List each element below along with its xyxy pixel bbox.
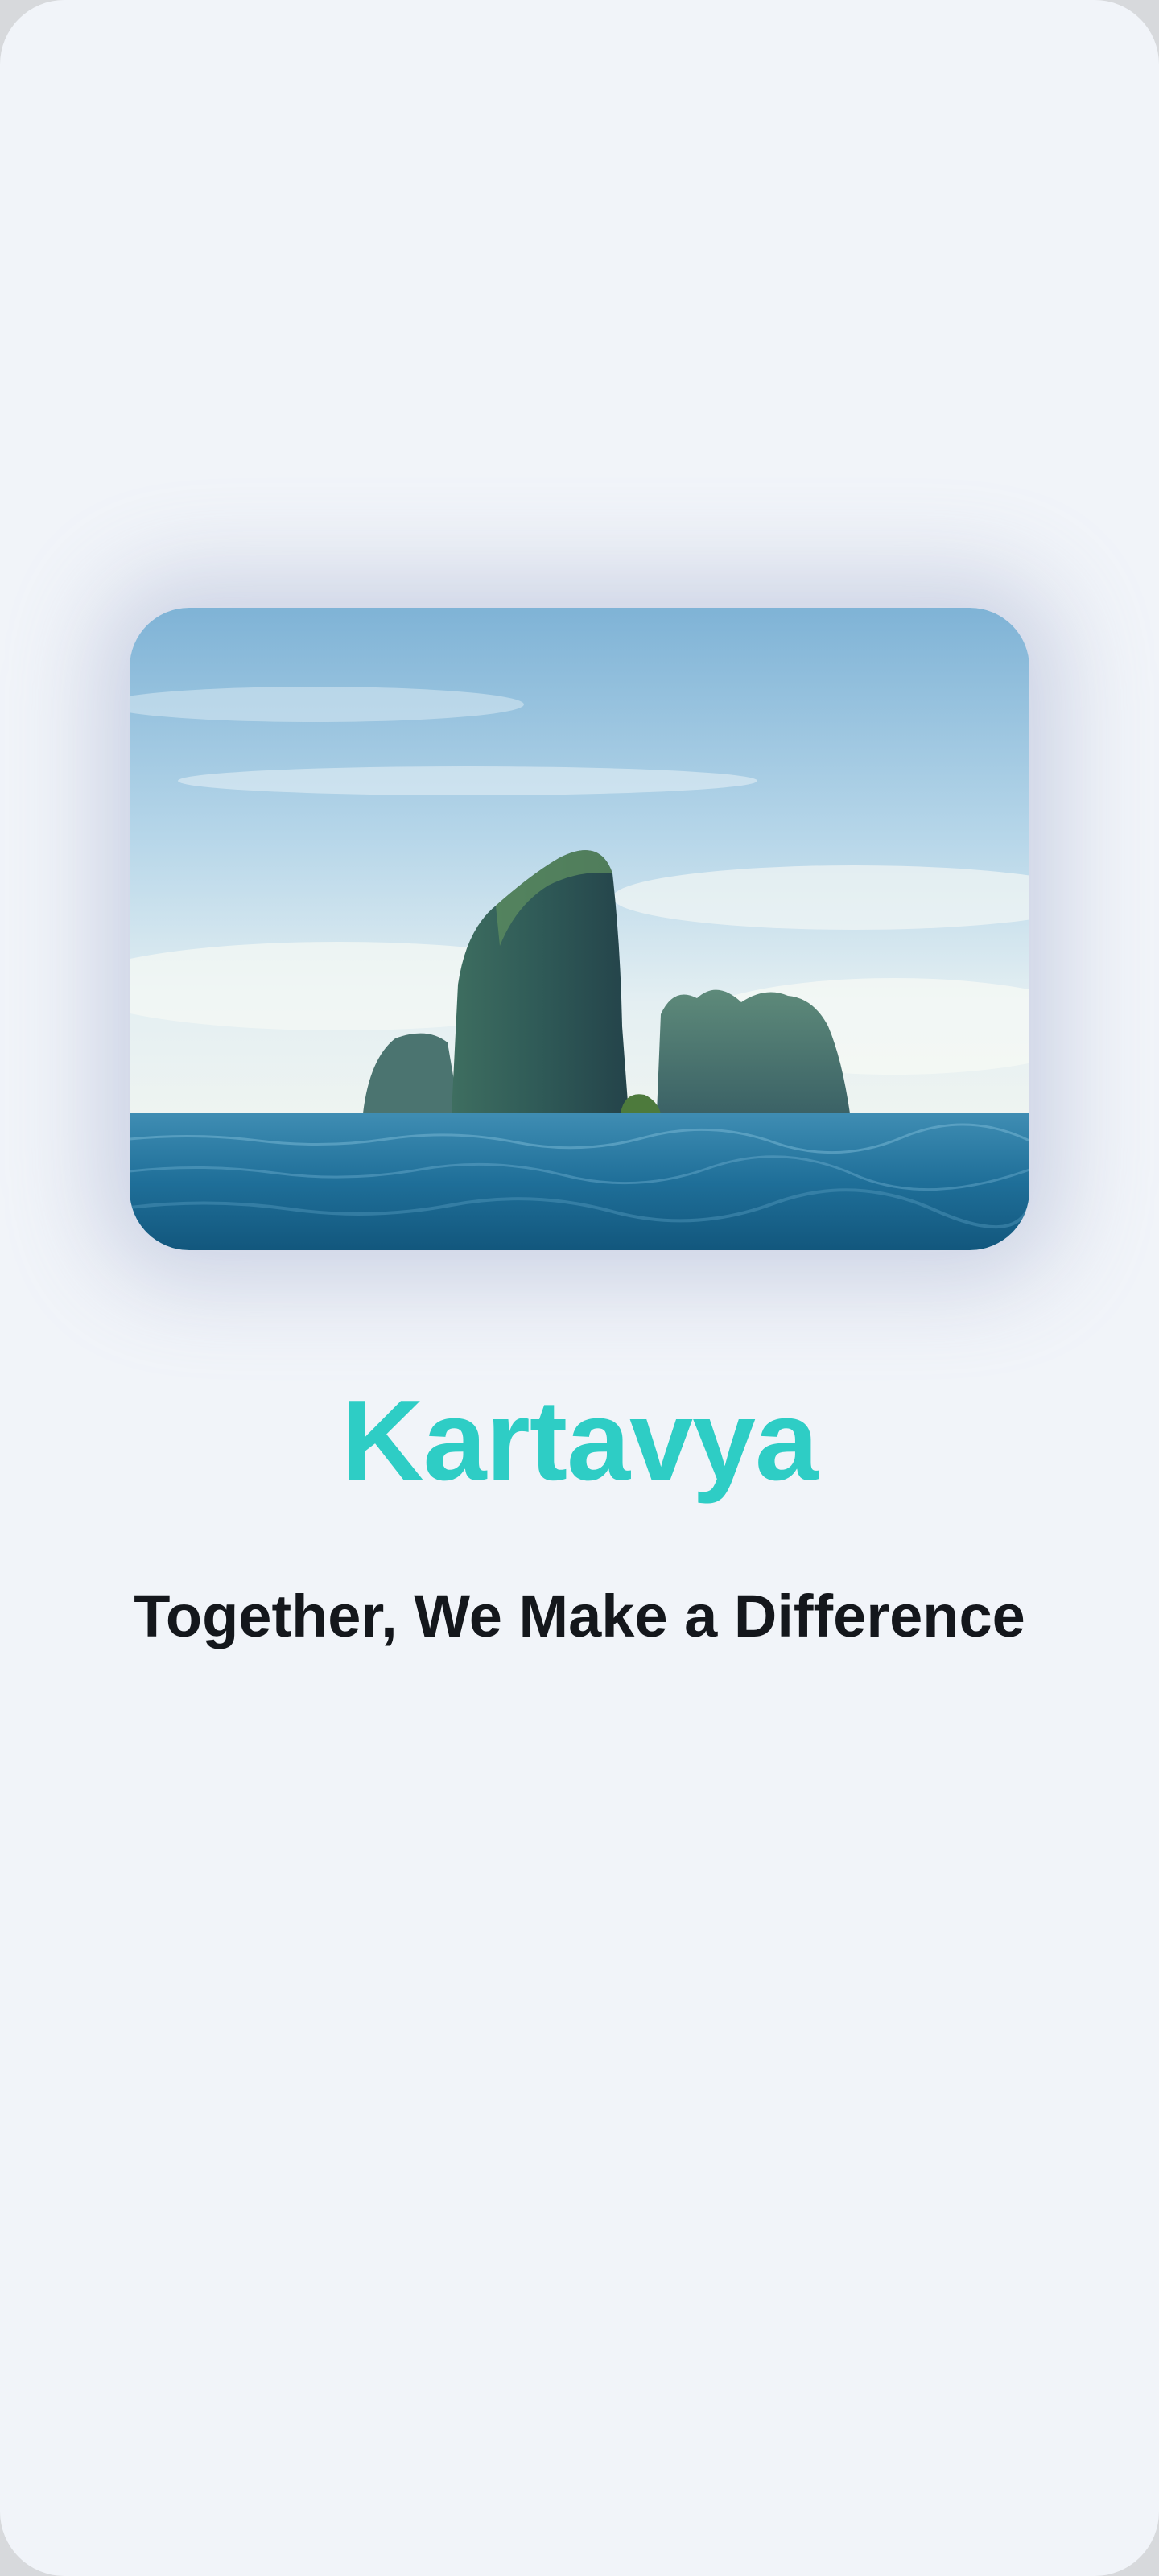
splash-screen: Kartavya Together, We Make a Difference bbox=[0, 0, 1159, 2576]
app-name: Kartavya bbox=[341, 1377, 819, 1505]
hero-image bbox=[130, 608, 1029, 1250]
sea bbox=[130, 1113, 1029, 1250]
island-illustration bbox=[130, 608, 1029, 1250]
app-tagline: Together, We Make a Difference bbox=[134, 1583, 1025, 1649]
